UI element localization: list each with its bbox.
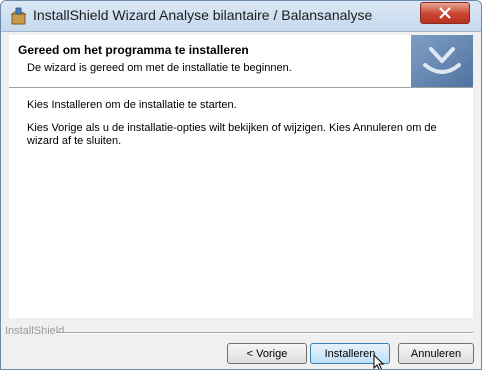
content-area: Kies Installeren om de installatie te st… xyxy=(9,89,473,318)
window-title: InstallShield Wizard Analyse bilantaire … xyxy=(33,7,373,23)
close-button[interactable] xyxy=(420,2,470,24)
instruction-text: Kies Installeren om de installatie te st… xyxy=(27,99,237,111)
page-subtitle: De wizard is gereed om met de installati… xyxy=(27,62,292,74)
mouse-pointer-icon xyxy=(373,353,387,369)
header-banner: Gereed om het programma te installeren D… xyxy=(9,35,473,87)
installer-window: InstallShield Wizard Analyse bilantaire … xyxy=(0,0,482,370)
back-button[interactable]: < Vorige xyxy=(227,343,307,364)
installshield-logo-icon xyxy=(411,35,473,87)
close-icon xyxy=(439,7,451,19)
brand-label: InstallShield xyxy=(5,325,65,337)
installer-box-icon xyxy=(10,7,28,25)
footer-separator xyxy=(56,332,473,334)
title-bar[interactable]: InstallShield Wizard Analyse bilantaire … xyxy=(1,1,481,32)
options-text: Kies Vorige als u de installatie-opties … xyxy=(27,122,437,147)
page-title: Gereed om het programma te installeren xyxy=(18,43,249,57)
cancel-button[interactable]: Annuleren xyxy=(398,343,474,364)
